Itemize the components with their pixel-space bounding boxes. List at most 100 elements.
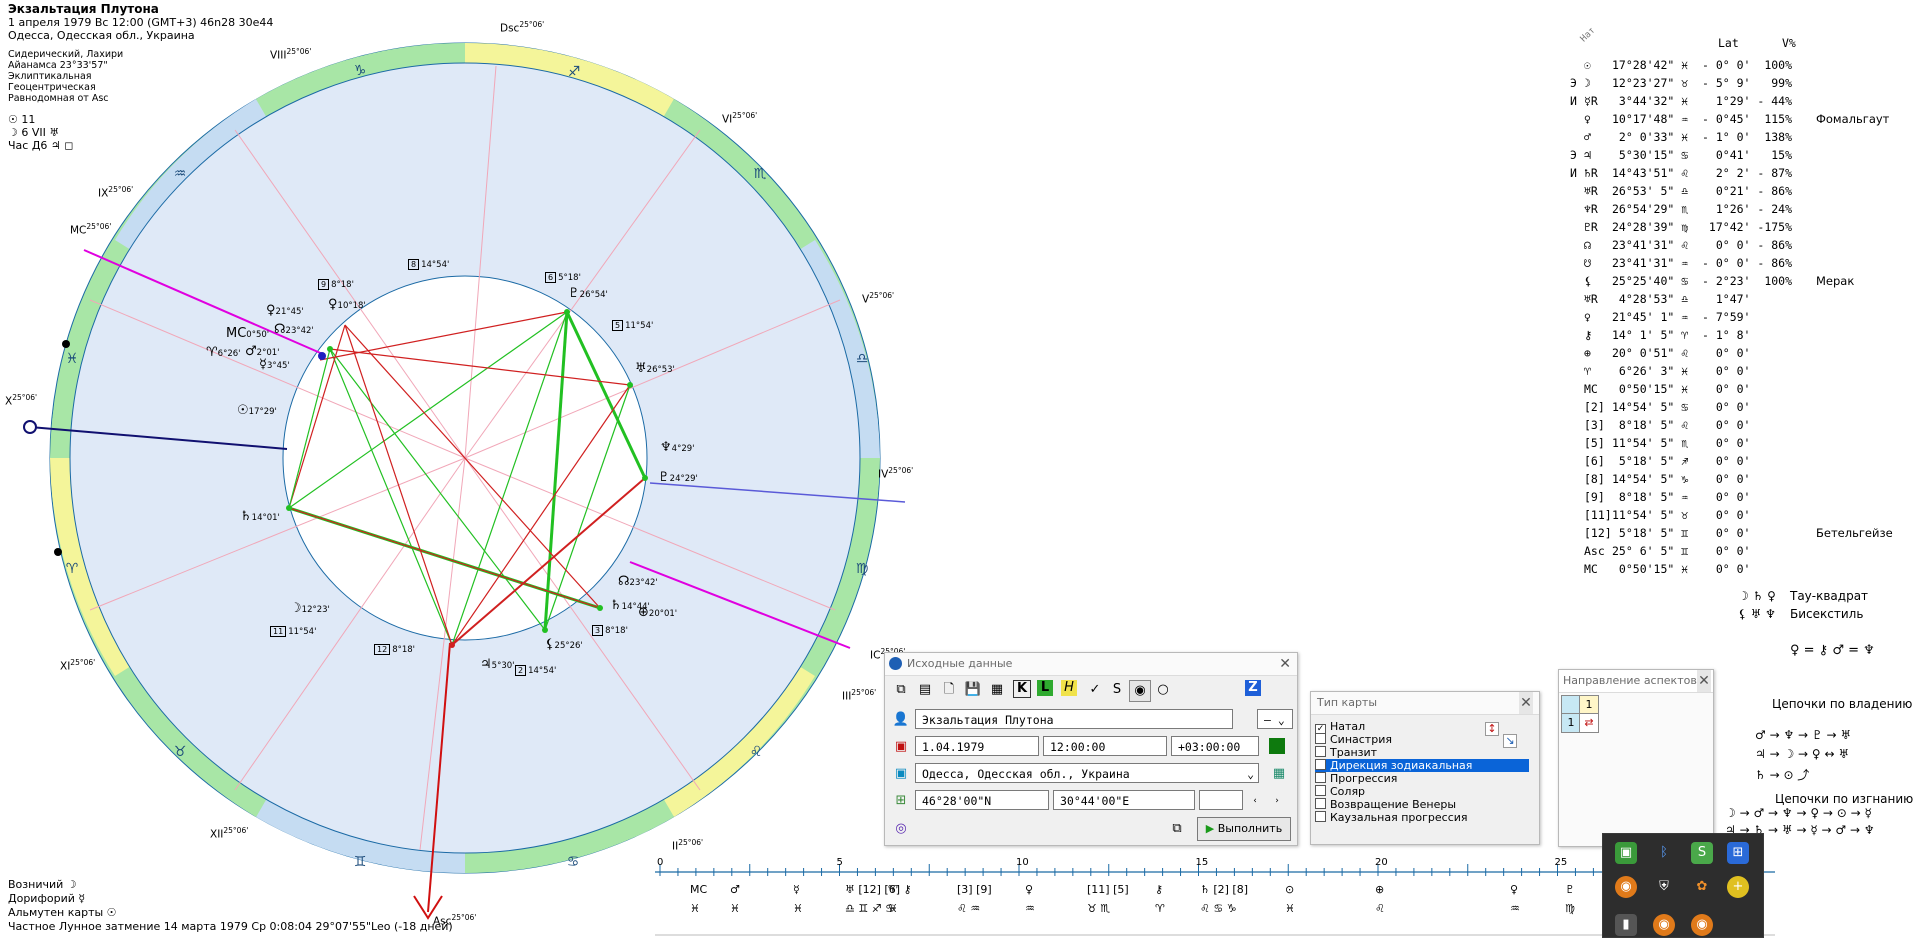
checkbox[interactable] (1315, 798, 1326, 809)
chart-type-option[interactable]: Возвращение Венеры (1315, 798, 1456, 811)
aspect-direction-titlebar[interactable]: Направление аспектов ✕ (1559, 670, 1713, 693)
altitude-field[interactable] (1199, 790, 1243, 810)
strike-icon[interactable]: S (1107, 680, 1127, 700)
timeline-sign: ♌ ♒ (957, 902, 981, 915)
tray-extra2-icon[interactable]: ◉ (1653, 914, 1675, 936)
shield-icon[interactable]: ⛨ (1653, 876, 1675, 898)
chart-type-option[interactable]: Транзит (1315, 746, 1377, 759)
plus-icon[interactable]: + (1727, 876, 1749, 898)
cusp-name: III (842, 690, 852, 703)
checkbox[interactable] (1315, 772, 1326, 783)
h-icon[interactable]: H (1061, 680, 1077, 696)
chart-type-option[interactable]: Соляр (1315, 785, 1365, 798)
input-dialog-titlebar[interactable]: Исходные данные ✕ (885, 653, 1297, 676)
date-field[interactable]: 1.04.1979 (915, 736, 1039, 756)
color-swatch[interactable] (1269, 738, 1285, 754)
checkbox[interactable] (1315, 746, 1326, 757)
longitude-field[interactable]: 30°44'00"E (1053, 790, 1195, 810)
new-file-icon[interactable]: 🗋 (939, 680, 959, 700)
chevron-down-icon[interactable]: ⌄ (1247, 764, 1254, 782)
copy-result-icon[interactable]: ⧉ (1167, 819, 1187, 839)
chart-type-option[interactable]: Дирекция зодиакальная (1315, 759, 1529, 772)
place-field[interactable]: Одесса, Одесская обл., Украина ⌄ (915, 763, 1259, 783)
grid-header-cell[interactable]: 1 (1579, 695, 1599, 715)
transit-icon[interactable]: ↘ (1503, 734, 1517, 748)
timeline-planet[interactable]: [3] [9] (957, 883, 992, 896)
house-number: 3 (592, 625, 604, 636)
next-icon[interactable]: › (1267, 791, 1287, 811)
planet-label: ♇24°29' (658, 470, 698, 485)
timezone-field[interactable]: +03:00:00 (1171, 736, 1259, 756)
bluetooth-icon[interactable]: ᛒ (1653, 842, 1675, 864)
doriforiy-info: Дорифорий ☿ (8, 892, 86, 905)
name-field[interactable]: Экзальтация Плутона (915, 709, 1233, 729)
timeline-planet[interactable]: ⚷ (1155, 883, 1163, 896)
timeline-planet[interactable]: [11] [5] (1087, 883, 1129, 896)
planet-glyph: ☉ (237, 403, 249, 418)
nvidia-icon[interactable]: ▣ (1615, 842, 1637, 864)
globe-icon[interactable]: ▦ (1269, 764, 1289, 784)
circle-mode-icon[interactable]: ○ (1153, 680, 1173, 700)
table-row-values: 5°18' 5" ♐ 0° 0' (1612, 454, 1751, 468)
timeline-planet[interactable]: ♀ (1510, 883, 1518, 896)
z-icon[interactable]: Z (1245, 680, 1261, 696)
timeline-planet[interactable]: ⊙ (1285, 883, 1294, 896)
table-row-values: 25°25'40" ♋ - 2°23' 100% (1612, 274, 1793, 288)
sun-mode-icon[interactable]: ◉ (1129, 680, 1151, 702)
close-icon[interactable]: ✕ (1697, 670, 1711, 692)
latitude-field[interactable]: 46°28'00"N (915, 790, 1049, 810)
planet-degree: 26°53' (646, 365, 675, 375)
settings-icon[interactable]: ◎ (891, 819, 911, 839)
synastry-icon[interactable]: ↕ (1485, 722, 1499, 736)
grid-cell-icon[interactable]: ⇄ (1579, 713, 1599, 733)
chart-type-dialog[interactable]: Тип карты ✕ ✓ Натал Синастрия Транзит Дирекц… (1310, 691, 1540, 845)
cusp-degree: 25°06' (732, 111, 758, 120)
checkbox[interactable] (1315, 759, 1326, 770)
app-s-icon[interactable]: S (1691, 842, 1713, 864)
checkbox[interactable] (1315, 733, 1326, 744)
timeline-planet[interactable]: ♀ (1025, 883, 1033, 896)
network-icon[interactable]: ⊞ (1727, 842, 1749, 864)
copy-icon[interactable]: ⧉ (891, 680, 911, 700)
gender-select[interactable]: – ⌄ (1257, 709, 1293, 729)
timeline-planet[interactable]: ☿ (793, 883, 800, 896)
moon-info: ☽ 6 VII ♅ (8, 126, 60, 139)
aspect-direction-dialog[interactable]: Направление аспектов ✕ 1 1 ⇄ (1558, 669, 1714, 847)
timeline-planet[interactable]: ♇ (1565, 883, 1575, 896)
l-icon[interactable]: L (1037, 680, 1053, 696)
timeline-planet[interactable]: ♈ (888, 883, 898, 896)
chart-type-titlebar[interactable]: Тип карты ✕ (1311, 692, 1539, 715)
k-icon[interactable]: K (1013, 680, 1031, 698)
tray-extra3-icon[interactable]: ◉ (1691, 914, 1713, 936)
flower-icon[interactable]: ✿ (1691, 876, 1713, 898)
timeline-tick-label: 15 (1195, 857, 1209, 868)
table-row-star: Бетельгейзе (1816, 526, 1893, 540)
timeline-planet[interactable]: ♂ (730, 883, 740, 896)
chart-type-option[interactable]: ✓ Натал (1315, 720, 1365, 735)
timeline-planet[interactable]: ♄ [2] [8] (1200, 883, 1248, 896)
chart-type-option[interactable]: Каузальная прогрессия (1315, 811, 1468, 824)
chart-type-option[interactable]: Прогрессия (1315, 772, 1397, 785)
input-data-dialog[interactable]: Исходные данные ✕ ⧉ ▤ 🗋 💾 ▦ K L H ✓ S ◉ … (884, 652, 1298, 846)
grid-row-header[interactable]: 1 (1561, 713, 1581, 733)
table-icon[interactable]: ▦ (987, 680, 1007, 700)
close-icon[interactable]: ✕ (1279, 653, 1291, 675)
app-orange-icon[interactable]: ◉ (1615, 876, 1637, 898)
settings-line: Равнодомная от Asc (8, 93, 109, 104)
cusp-degree: 25°06' (519, 20, 545, 29)
checkbox[interactable] (1315, 785, 1326, 796)
close-icon[interactable]: ✕ (1519, 692, 1533, 714)
timeline-planet[interactable]: ⊕ (1375, 883, 1384, 896)
checkbox[interactable] (1315, 811, 1326, 822)
chart-type-option[interactable]: Синастрия (1315, 733, 1392, 746)
timeline-planet[interactable]: MC (690, 883, 707, 896)
paste-icon[interactable]: ▤ (915, 680, 935, 700)
tray-extra-icon[interactable]: ▮ (1615, 914, 1637, 936)
system-tray-popup[interactable]: ▣ ᛒ S ⊞ ◉ ⛨ ✿ + ▮ ◉ ◉ (1602, 833, 1764, 938)
save-icon[interactable]: 💾 (963, 680, 983, 700)
mark-icon[interactable]: ✓ (1085, 680, 1105, 700)
timeline-planet[interactable]: ♅ [12] [6] ⚷ (845, 883, 912, 896)
run-button[interactable]: ▶ Выполнить (1197, 817, 1291, 841)
prev-icon[interactable]: ‹ (1245, 791, 1265, 811)
time-field[interactable]: 12:00:00 (1043, 736, 1167, 756)
